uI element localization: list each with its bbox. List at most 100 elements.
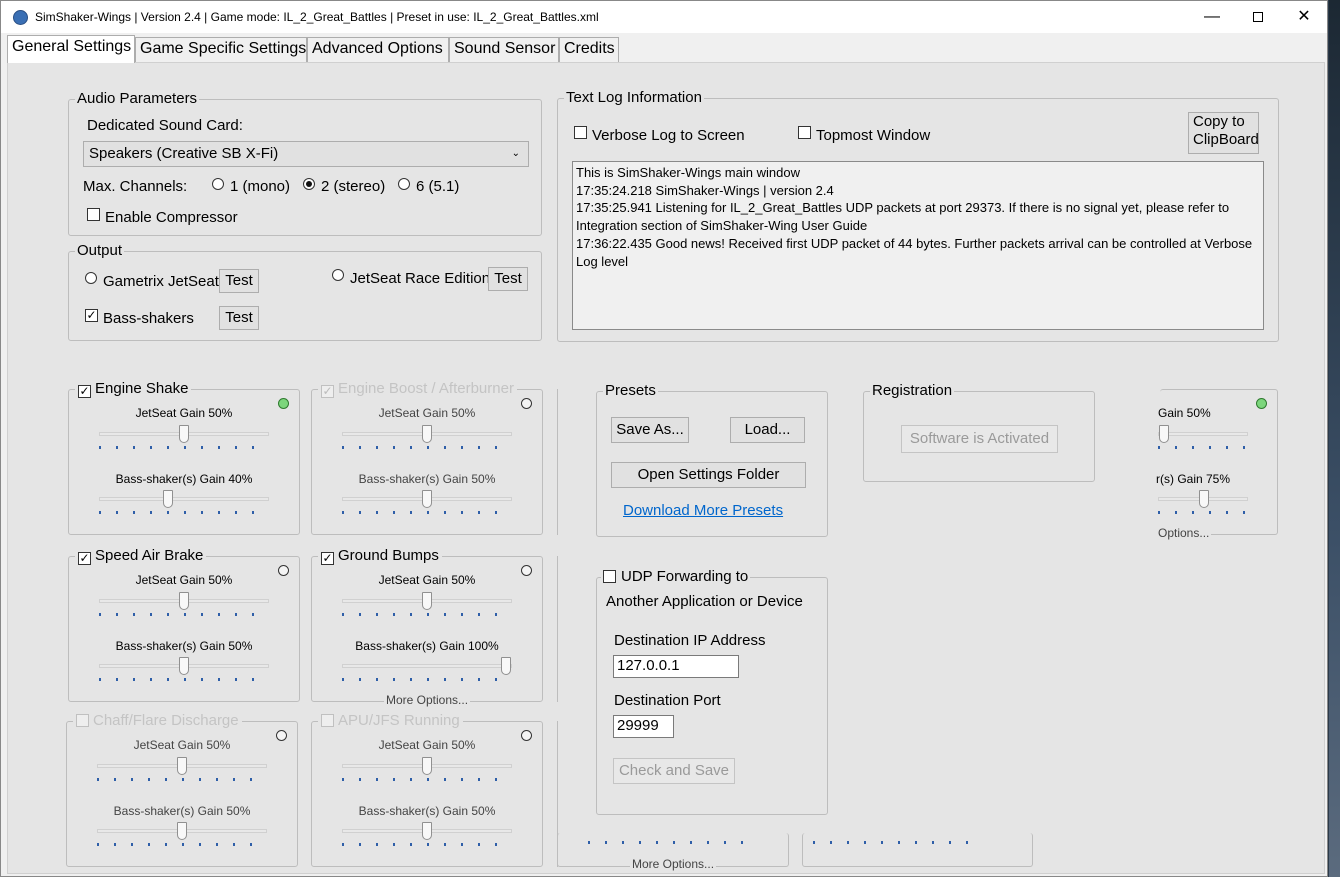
effect-checkbox: ✓ bbox=[321, 384, 334, 398]
close-button[interactable]: ✕ bbox=[1281, 1, 1327, 33]
bass-gain-slider[interactable] bbox=[99, 490, 269, 508]
slider-thumb[interactable] bbox=[163, 490, 174, 508]
enable-compressor-checkbox[interactable] bbox=[87, 208, 100, 221]
destination-port-input[interactable]: 29999 bbox=[613, 715, 674, 738]
jetseat-gain-label: Gain 50% bbox=[1158, 406, 1211, 420]
bass-gain-slider[interactable] bbox=[342, 657, 512, 675]
bass-gain-slider bbox=[342, 822, 512, 840]
slider-ticks bbox=[99, 613, 269, 616]
slider-thumb bbox=[422, 425, 432, 443]
slider-thumb bbox=[177, 822, 187, 840]
race-edition-label: JetSeat Race Edition bbox=[350, 270, 491, 287]
race-edition-test-button[interactable]: Test bbox=[488, 267, 528, 291]
bass-gain-label: Bass-shaker(s) Gain 40% bbox=[115, 472, 253, 486]
bass-gain-slider[interactable] bbox=[1158, 490, 1248, 508]
slider-thumb[interactable] bbox=[179, 657, 189, 675]
bass-gain-label: Bass-shaker(s) Gain 100% bbox=[355, 639, 499, 653]
jetseat-gain-label: JetSeat Gain 50% bbox=[378, 406, 476, 420]
slider-thumb[interactable] bbox=[1199, 490, 1209, 508]
tab-game-specific-settings[interactable]: Game Specific Settings bbox=[135, 37, 307, 62]
slider-ticks bbox=[342, 613, 512, 616]
jetseat-test-button[interactable]: Test bbox=[219, 269, 259, 293]
udp-forwarding-checkbox[interactable] bbox=[603, 570, 616, 583]
open-settings-folder-button[interactable]: Open Settings Folder bbox=[611, 462, 806, 488]
bass-gain-slider[interactable] bbox=[99, 657, 269, 675]
slider-ticks bbox=[588, 841, 758, 844]
slider-ticks bbox=[813, 841, 983, 844]
effect-title: ✓ Engine Boost / Afterburner bbox=[318, 380, 517, 398]
more-options-link[interactable]: More Options... bbox=[630, 857, 717, 871]
slider-thumb[interactable] bbox=[501, 657, 511, 675]
udp-forwarding-label: UDP Forwarding to bbox=[621, 568, 749, 585]
more-options-link[interactable]: More Options... bbox=[384, 693, 471, 707]
udp-forwarding-group: UDP Forwarding to Another Application or… bbox=[596, 568, 828, 815]
jetseat-gain-label: JetSeat Gain 50% bbox=[135, 406, 233, 420]
presets-title: Presets bbox=[603, 382, 658, 399]
load-button[interactable]: Load... bbox=[730, 417, 805, 443]
race-edition-radio[interactable] bbox=[332, 269, 344, 281]
slider-thumb[interactable] bbox=[179, 425, 189, 443]
slider-ticks bbox=[1158, 511, 1248, 514]
effect-checkbox bbox=[321, 714, 334, 727]
verbose-log-checkbox[interactable] bbox=[574, 126, 587, 139]
output-group: Output Gametrix JetSeat Test JetSeat Rac… bbox=[68, 242, 542, 341]
effect-checkbox[interactable]: ✓ bbox=[78, 385, 91, 398]
sound-card-label: Dedicated Sound Card: bbox=[87, 117, 243, 134]
tab-general-settings[interactable]: General Settings bbox=[7, 35, 135, 63]
minimize-button[interactable]: — bbox=[1189, 1, 1235, 33]
app-icon bbox=[13, 10, 28, 25]
jetseat-gain-slider[interactable] bbox=[342, 592, 512, 610]
sound-card-select[interactable]: Speakers (Creative SB X-Fi) ⌄ bbox=[83, 141, 529, 167]
slider-ticks bbox=[97, 843, 267, 846]
topmost-window-checkbox[interactable] bbox=[798, 126, 811, 139]
jetseat-gain-label: JetSeat Gain 50% bbox=[133, 738, 231, 752]
slider-ticks bbox=[99, 511, 269, 514]
slider-ticks bbox=[97, 778, 267, 781]
slider-thumb[interactable] bbox=[422, 592, 432, 610]
slider-thumb[interactable] bbox=[1159, 425, 1169, 443]
log-textarea[interactable]: This is SimShaker-Wings main window 17:3… bbox=[572, 161, 1264, 330]
tab-advanced-options[interactable]: Advanced Options bbox=[307, 37, 449, 62]
channel-mono-label: 1 (mono) bbox=[230, 178, 291, 195]
maximize-icon bbox=[1253, 11, 1263, 22]
chevron-down-icon: ⌄ bbox=[511, 148, 520, 159]
udp-forwarding-title: UDP Forwarding to bbox=[601, 568, 751, 585]
more-options-link[interactable]: Options... bbox=[1156, 526, 1212, 540]
channel-mono-radio[interactable] bbox=[212, 178, 224, 190]
jetseat-radio[interactable] bbox=[85, 272, 97, 284]
maximize-button[interactable] bbox=[1235, 1, 1281, 33]
slider-ticks bbox=[342, 678, 512, 681]
bass-shakers-test-button[interactable]: Test bbox=[219, 306, 259, 330]
effect-checkbox[interactable]: ✓ bbox=[78, 552, 91, 565]
tab-sound-sensor[interactable]: Sound Sensor bbox=[449, 37, 559, 62]
destination-ip-input[interactable]: 127.0.0.1 bbox=[613, 655, 739, 678]
save-as-button[interactable]: Save As... bbox=[611, 417, 689, 443]
channel-stereo-radio[interactable] bbox=[303, 178, 315, 190]
sound-card-value: Speakers (Creative SB X-Fi) bbox=[89, 145, 279, 162]
output-title: Output bbox=[75, 242, 125, 259]
enable-compressor-label: Enable Compressor bbox=[105, 209, 238, 226]
effect-name: Engine Shake bbox=[95, 380, 189, 397]
audio-parameters-title: Audio Parameters bbox=[75, 90, 200, 107]
main-window: SimShaker-Wings | Version 2.4 | Game mod… bbox=[0, 0, 1328, 877]
registration-title: Registration bbox=[870, 382, 955, 399]
bass-shakers-checkbox[interactable]: ✓ bbox=[85, 309, 98, 322]
tab-credits[interactable]: Credits bbox=[559, 37, 619, 62]
effect-checkbox[interactable]: ✓ bbox=[321, 552, 334, 565]
jetseat-gain-slider[interactable] bbox=[1158, 425, 1248, 443]
text-log-title: Text Log Information bbox=[564, 89, 704, 106]
copy-to-clipboard-button[interactable]: Copy to ClipBoard bbox=[1188, 112, 1259, 154]
effect-partial-bottom bbox=[802, 833, 1033, 867]
title-bar: SimShaker-Wings | Version 2.4 | Game mod… bbox=[1, 1, 1327, 33]
slider-thumb[interactable] bbox=[179, 592, 189, 610]
effect-engine-boost: ✓ Engine Boost / Afterburner JetSeat Gain… bbox=[311, 380, 543, 535]
topmost-window-label: Topmost Window bbox=[816, 127, 931, 144]
effect-engine-shake: ✓ Engine Shake JetSeat Gain 50% Bass-shak… bbox=[68, 380, 300, 535]
bass-gain-label: Bass-shaker(s) Gain 50% bbox=[358, 472, 496, 486]
jetseat-gain-slider[interactable] bbox=[99, 425, 269, 443]
channel-51-label: 6 (5.1) bbox=[416, 178, 460, 195]
download-presets-link[interactable]: Download More Presets bbox=[623, 502, 783, 519]
jetseat-gain-slider[interactable] bbox=[99, 592, 269, 610]
activity-indicator-icon bbox=[1256, 398, 1267, 409]
channel-51-radio[interactable] bbox=[398, 178, 410, 190]
